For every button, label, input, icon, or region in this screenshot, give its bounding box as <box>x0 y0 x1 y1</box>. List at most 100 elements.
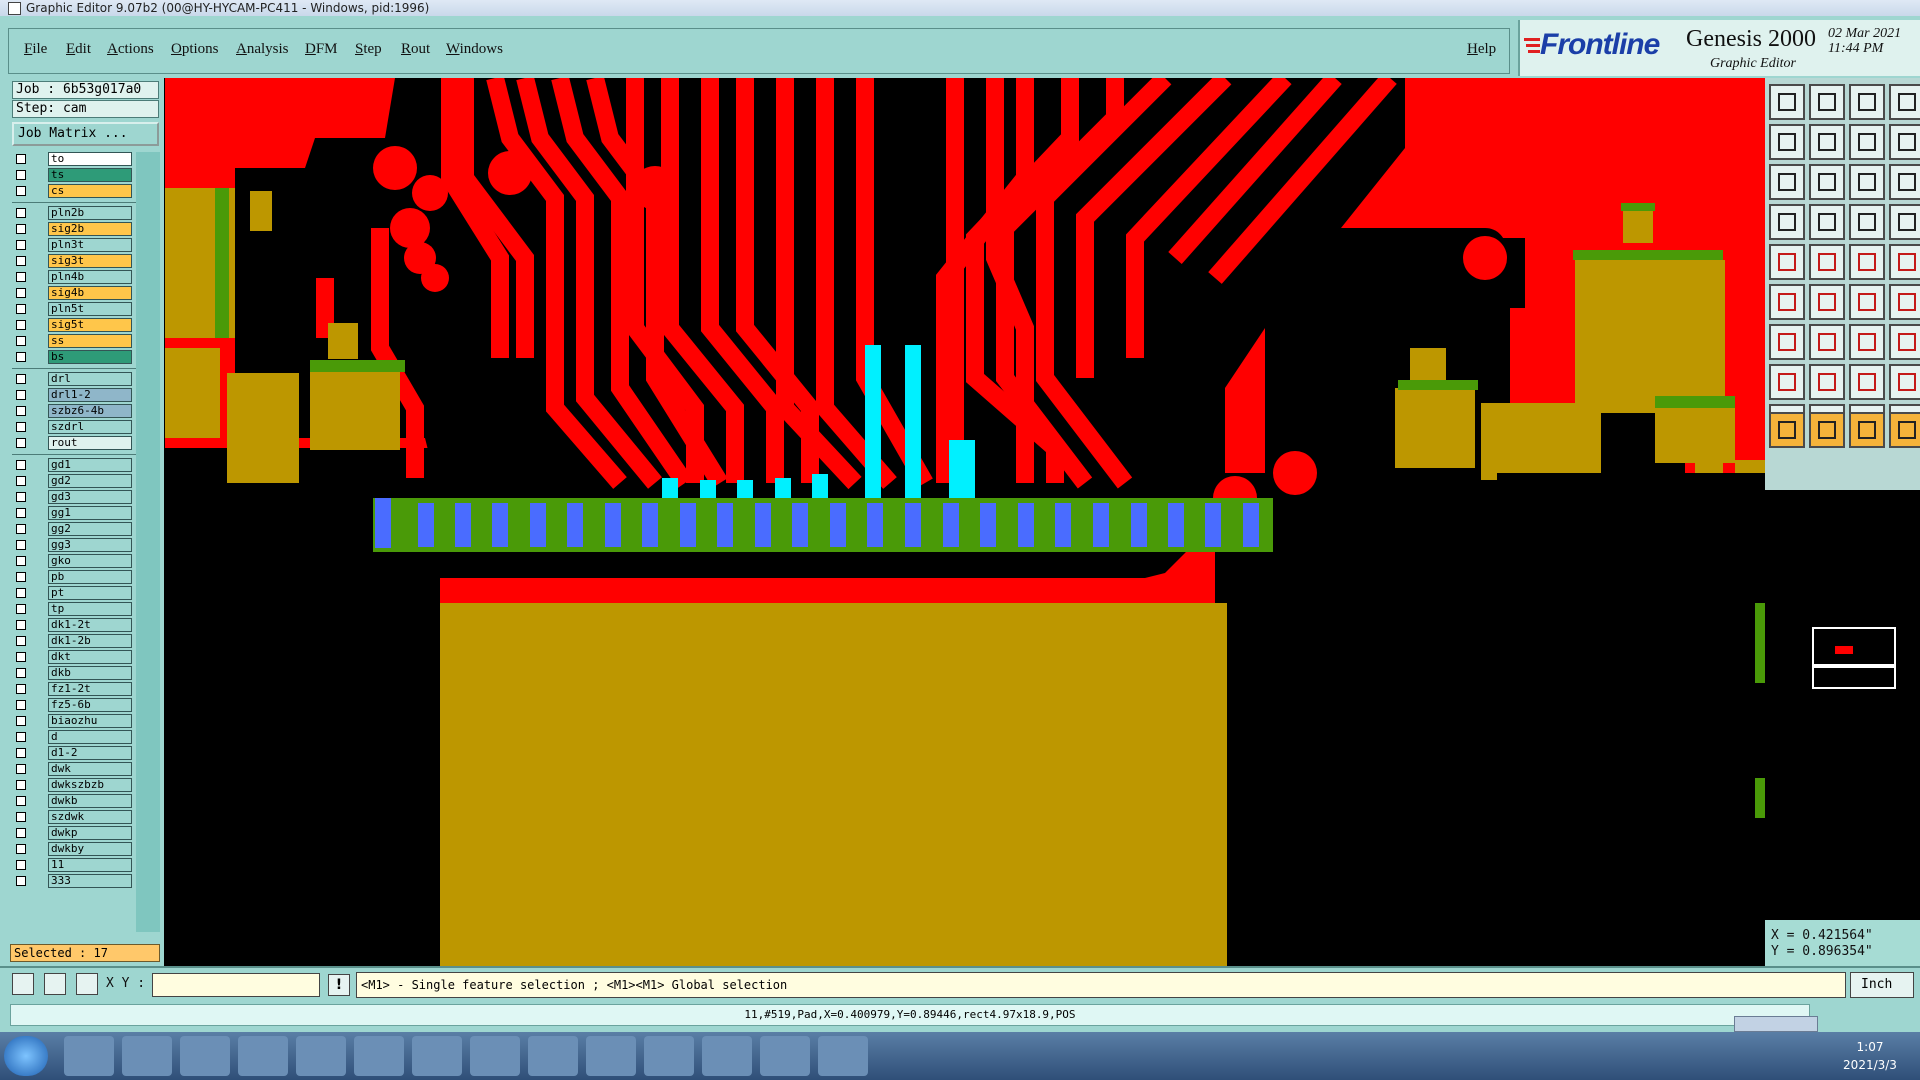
layer-checkbox[interactable] <box>16 406 26 416</box>
layer-checkbox[interactable] <box>16 828 26 838</box>
tool-button-10[interactable] <box>1809 164 1845 200</box>
layer-row[interactable]: drl <box>12 372 162 387</box>
layer-checkbox[interactable] <box>16 700 26 710</box>
layer-row[interactable]: pln5t <box>12 302 162 317</box>
layer-checkbox[interactable] <box>16 304 26 314</box>
tool-button-28[interactable] <box>1889 324 1920 360</box>
layer-row[interactable]: pln4b <box>12 270 162 285</box>
menu-edit[interactable]: Edit <box>66 41 91 58</box>
layer-checkbox[interactable] <box>16 588 26 598</box>
layer-name[interactable]: cs <box>48 184 132 198</box>
layer-name[interactable]: dwk <box>48 762 132 776</box>
layer-checkbox[interactable] <box>16 748 26 758</box>
tool-button-21[interactable] <box>1769 284 1805 320</box>
layer-row[interactable]: dk1-2b <box>12 634 162 649</box>
snap-icon[interactable] <box>12 973 34 995</box>
layer-checkbox[interactable] <box>16 224 26 234</box>
layer-row[interactable]: biaozhu <box>12 714 162 729</box>
layer-name[interactable]: gg2 <box>48 522 132 536</box>
layer-name[interactable]: dkt <box>48 650 132 664</box>
layer-name[interactable]: dwkp <box>48 826 132 840</box>
layer-row[interactable]: pb <box>12 570 162 585</box>
layer-row[interactable]: dwkp <box>12 826 162 841</box>
layer-name[interactable]: 11 <box>48 858 132 872</box>
taskbar-app-13[interactable] <box>760 1036 810 1076</box>
layer-name[interactable]: szdwk <box>48 810 132 824</box>
menu-help[interactable]: Help <box>1467 41 1496 58</box>
taskbar-app-3[interactable] <box>180 1036 230 1076</box>
tool-button-15[interactable] <box>1849 204 1885 240</box>
tool-button-8[interactable] <box>1889 124 1920 160</box>
layer-row[interactable]: dk1-2t <box>12 618 162 633</box>
layer-name[interactable]: ts <box>48 168 132 182</box>
menu-step[interactable]: Step <box>355 41 382 58</box>
tool-button-4[interactable] <box>1889 84 1920 120</box>
layer-row[interactable]: 11 <box>12 858 162 873</box>
layer-checkbox[interactable] <box>16 620 26 630</box>
layer-checkbox[interactable] <box>16 524 26 534</box>
layer-name[interactable]: pln2b <box>48 206 132 220</box>
layer-name[interactable]: sig2b <box>48 222 132 236</box>
layer-row[interactable]: gg1 <box>12 506 162 521</box>
layer-row[interactable]: fz5-6b <box>12 698 162 713</box>
layer-name[interactable]: gko <box>48 554 132 568</box>
layer-name[interactable]: gg1 <box>48 506 132 520</box>
layer-name[interactable]: sig4b <box>48 286 132 300</box>
layer-name[interactable]: pb <box>48 570 132 584</box>
layer-row[interactable]: sig3t <box>12 254 162 269</box>
layer-checkbox[interactable] <box>16 636 26 646</box>
layer-checkbox[interactable] <box>16 540 26 550</box>
layer-checkbox[interactable] <box>16 352 26 362</box>
layer-row[interactable]: gd3 <box>12 490 162 505</box>
layer-checkbox[interactable] <box>16 716 26 726</box>
layer-checkbox[interactable] <box>16 272 26 282</box>
layer-checkbox[interactable] <box>16 208 26 218</box>
tool-button-2[interactable] <box>1809 84 1845 120</box>
layer-name[interactable]: d <box>48 730 132 744</box>
layer-checkbox[interactable] <box>16 652 26 662</box>
layer-checkbox[interactable] <box>16 256 26 266</box>
layer-checkbox[interactable] <box>16 460 26 470</box>
tool-button-31[interactable] <box>1849 364 1885 400</box>
layer-name[interactable]: gd2 <box>48 474 132 488</box>
layer-checkbox[interactable] <box>16 154 26 164</box>
layer-row[interactable]: d <box>12 730 162 745</box>
taskbar-app-14[interactable] <box>818 1036 868 1076</box>
start-button[interactable] <box>4 1036 48 1076</box>
menu-analysis[interactable]: Analysis <box>236 41 289 58</box>
layer-row[interactable]: cs <box>12 184 162 199</box>
layer-checkbox[interactable] <box>16 422 26 432</box>
layer-name[interactable]: rout <box>48 436 132 450</box>
taskbar-clock[interactable]: 1:07 2021/3/3 <box>1820 1038 1920 1074</box>
layer-checkbox[interactable] <box>16 320 26 330</box>
layer-row[interactable]: dkt <box>12 650 162 665</box>
layer-checkbox[interactable] <box>16 812 26 822</box>
layer-checkbox[interactable] <box>16 764 26 774</box>
taskbar-app-7[interactable] <box>412 1036 462 1076</box>
taskbar-app-6[interactable] <box>354 1036 404 1076</box>
taskbar-app-2[interactable] <box>122 1036 172 1076</box>
layer-name[interactable]: pt <box>48 586 132 600</box>
layer-name[interactable]: sig5t <box>48 318 132 332</box>
layer-checkbox[interactable] <box>16 186 26 196</box>
exclaim-button[interactable]: ! <box>328 974 350 996</box>
tool-button-18[interactable] <box>1809 244 1845 280</box>
tool-button-14[interactable] <box>1809 204 1845 240</box>
layer-name[interactable]: sig3t <box>48 254 132 268</box>
tool-button-1[interactable] <box>1769 84 1805 120</box>
layer-checkbox[interactable] <box>16 288 26 298</box>
layer-checkbox[interactable] <box>16 240 26 250</box>
taskbar-app-1[interactable] <box>64 1036 114 1076</box>
layer-name[interactable]: gd3 <box>48 490 132 504</box>
measure-icon[interactable] <box>44 973 66 995</box>
layer-name[interactable]: drl1-2 <box>48 388 132 402</box>
tool-button-30[interactable] <box>1809 364 1845 400</box>
layer-checkbox[interactable] <box>16 860 26 870</box>
layer-name[interactable]: dwkb <box>48 794 132 808</box>
tool-button-20[interactable] <box>1889 244 1920 280</box>
layer-checkbox[interactable] <box>16 492 26 502</box>
layer-row[interactable]: dwkby <box>12 842 162 857</box>
tool-button-39[interactable] <box>1849 412 1885 448</box>
tool-button-37[interactable] <box>1769 412 1805 448</box>
layer-row[interactable]: tp <box>12 602 162 617</box>
